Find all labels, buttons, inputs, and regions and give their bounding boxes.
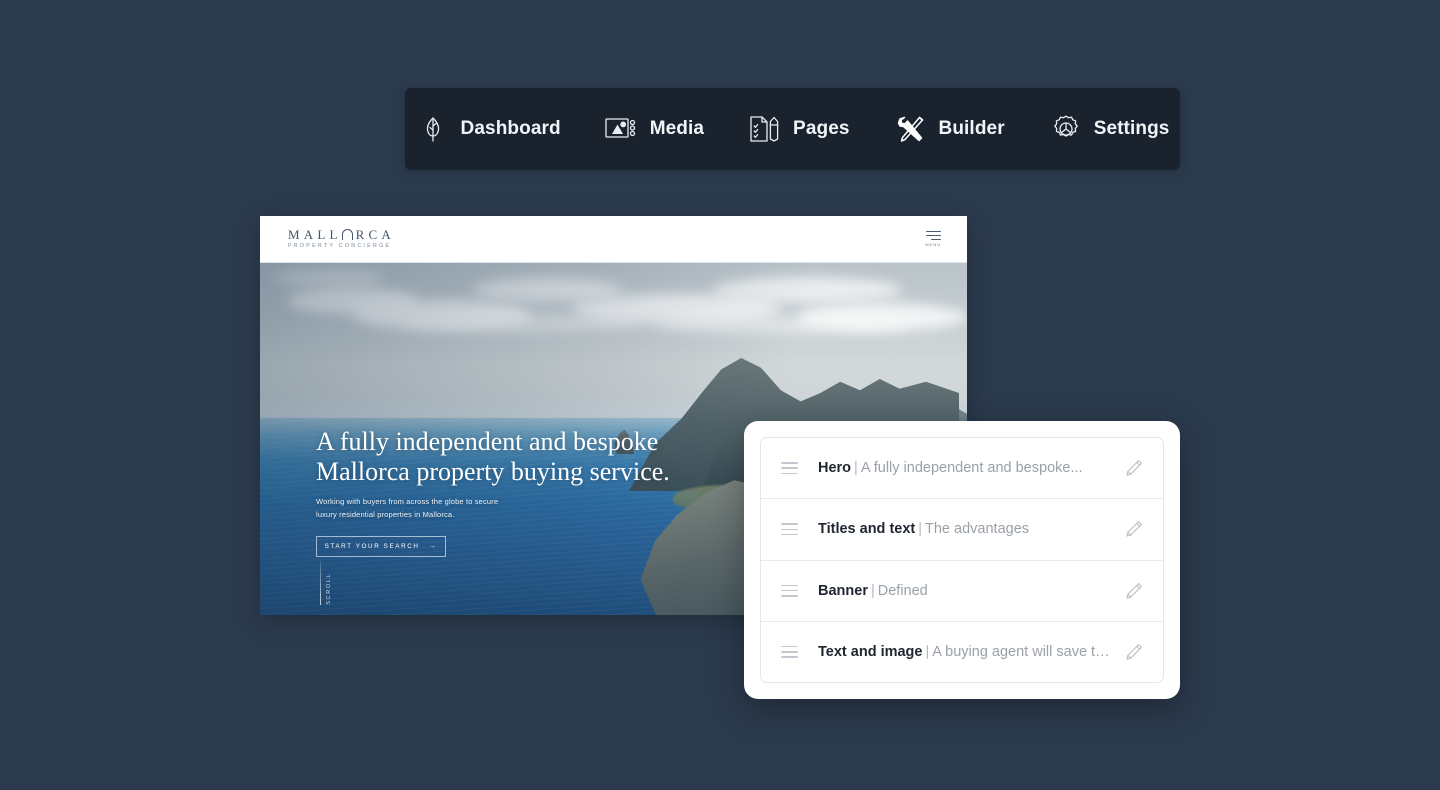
nav-item-settings[interactable]: Settings [1049,112,1170,146]
scroll-label: SCROLL [326,573,332,605]
hero-cta-button[interactable]: START YOUR SEARCH → [316,536,446,557]
hero-subtitle-line-1: Working with buyers from across the glob… [316,497,499,507]
builder-block-row-banner[interactable]: Banner | Defined [761,560,1163,622]
gear-icon [1049,112,1083,146]
hero-title-line-1: A fully independent and bespoke [316,426,659,456]
builder-block-row-titles-and-text[interactable]: Titles and text | The advantages [761,499,1163,561]
builder-block-row-text-and-image[interactable]: Text and image | A buying agent will save … [761,621,1163,682]
drag-handle-icon[interactable] [781,584,798,597]
website-menu-button[interactable]: MENU [925,230,941,248]
hero-scroll-indicator: SCROLL [320,561,332,605]
builder-block-title: Text and image [818,643,923,660]
image-gallery-icon [605,112,639,146]
website-logo-tagline: PROPERTY CONCIERGE [288,243,392,250]
pencil-icon[interactable] [1123,641,1145,663]
website-header: MALL RCA PROPERTY CONCIERGE MENU [260,216,967,263]
wrench-screwdriver-icon [894,112,928,146]
pencil-icon[interactable] [1123,518,1145,540]
pencil-icon[interactable] [1123,457,1145,479]
arrow-right-icon: → [429,543,438,550]
website-logo-brand-after: RCA [355,227,395,243]
builder-block-text: Text and image | A buying agent will save … [818,644,1111,660]
nav-item-media-label: Media [649,118,705,139]
builder-block-text: Hero | A fully independent and bespoke... [818,460,1111,476]
builder-blocks-panel: Hero | A fully independent and bespoke... … [744,421,1180,699]
builder-block-title: Titles and text [818,521,916,538]
scroll-line [320,561,321,605]
builder-block-title: Hero [818,460,852,477]
nav-item-media[interactable]: Media [605,112,704,146]
hero-title-line-2: Mallorca property buying service. [316,457,670,487]
hero-subtitle: Working with buyers from across the glob… [316,496,670,521]
nav-item-builder[interactable]: Builder [894,112,1005,146]
website-menu-label: MENU [925,242,941,248]
website-logo-brand-before: MALL [288,227,342,243]
drag-handle-icon[interactable] [781,645,798,658]
nav-item-dashboard-label: Dashboard [460,118,561,139]
hero-subtitle-line-2: luxury residential properties in Mallorc… [316,509,455,519]
builder-block-description: A buying agent will save time [932,643,1111,660]
builder-block-list: Hero | A fully independent and bespoke... … [760,437,1164,683]
hero-copy: A fully independent and bespoke Mallorca… [316,427,670,557]
website-logo[interactable]: MALL RCA PROPERTY CONCIERGE [288,228,395,249]
nav-item-dashboard[interactable]: Dashboard [416,112,561,146]
builder-block-description: The advantages [925,521,1030,538]
builder-block-separator: | [925,643,930,660]
nav-item-builder-label: Builder [938,118,1005,139]
builder-block-separator: | [854,460,858,477]
pencil-icon[interactable] [1123,580,1145,602]
website-logo-arc-icon [341,229,353,241]
nav-item-settings-label: Settings [1093,118,1170,139]
builder-block-title: Banner [818,582,868,599]
builder-block-row-hero[interactable]: Hero | A fully independent and bespoke... [761,438,1163,500]
nav-item-pages-label: Pages [793,118,850,139]
hamburger-menu-icon [926,230,941,241]
document-pencil-icon [748,112,782,146]
hero-cta-label: START YOUR SEARCH [324,543,420,550]
builder-block-description: Defined [877,582,928,599]
top-navigation-bar: Dashboard Media Pages Builder Settings [405,88,1180,170]
nav-item-pages[interactable]: Pages [748,112,849,146]
builder-block-text: Titles and text | The advantages [818,521,1111,537]
website-logo-brand: MALL RCA [288,228,395,241]
builder-block-text: Banner | Defined [818,583,1111,599]
drag-handle-icon[interactable] [781,462,798,475]
builder-block-separator: | [918,521,923,538]
builder-block-description: A fully independent and bespoke... [860,460,1083,477]
drag-handle-icon[interactable] [781,523,798,536]
builder-block-separator: | [870,582,875,599]
leaf-icon [416,112,450,146]
